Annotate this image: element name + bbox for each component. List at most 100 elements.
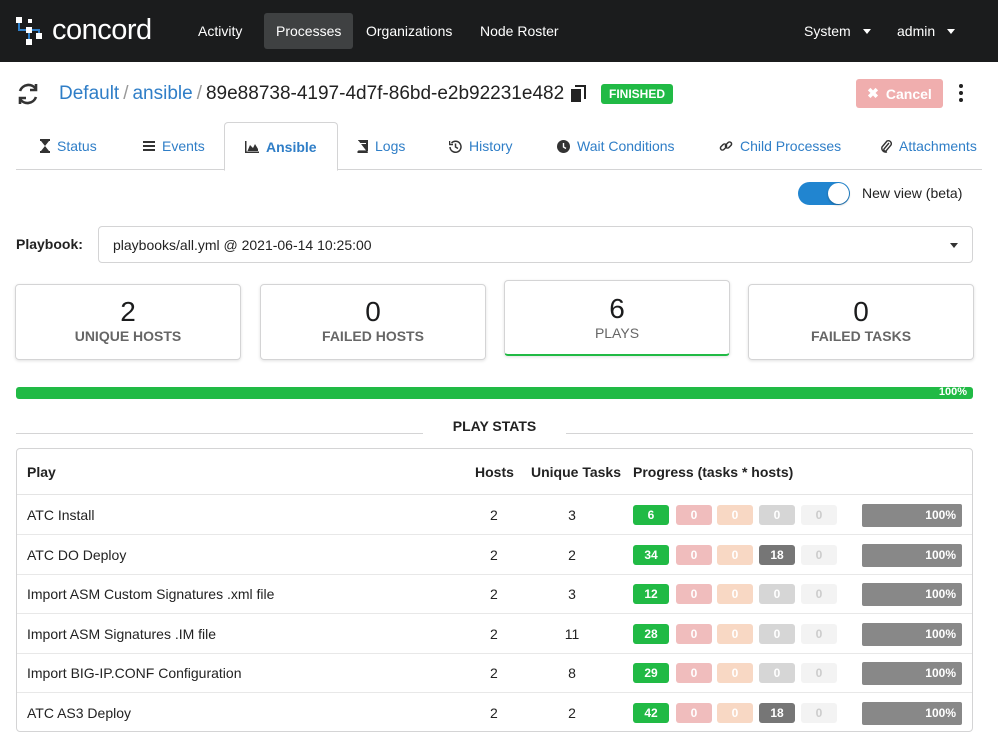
failed-count-badge[interactable]: 0: [676, 663, 712, 684]
user-menu[interactable]: admin: [897, 13, 956, 49]
running-count-badge[interactable]: 0: [801, 623, 837, 644]
skipped-count-badge[interactable]: 0: [759, 663, 795, 684]
failed-count-badge[interactable]: 0: [676, 584, 712, 605]
tab-ansible[interactable]: Ansible: [224, 122, 338, 171]
ok-count-badge[interactable]: 42: [633, 703, 669, 723]
running-count-badge[interactable]: 0: [801, 544, 837, 565]
tab-events-label: Events: [162, 138, 205, 154]
tab-child-processes[interactable]: Child Processes: [719, 122, 841, 170]
stat-label: UNIQUE HOSTS: [74, 328, 182, 344]
skipped-count-badge[interactable]: 18: [759, 703, 795, 723]
stat-card-plays[interactable]: 6 PLAYS: [504, 280, 730, 356]
column-header-unique-tasks[interactable]: Unique Tasks: [531, 464, 621, 480]
table-row[interactable]: ATC DO Deploy 2 2 34 0 0 18 0 100%: [17, 535, 972, 575]
tab-status-label: Status: [57, 138, 97, 154]
unreachable-count-badge[interactable]: 0: [717, 623, 753, 644]
process-id: 89e88738-4197-4d7f-86bd-e2b92231e482: [205, 83, 565, 104]
nav-item-activity[interactable]: Activity: [186, 13, 254, 49]
playbook-dropdown[interactable]: playbooks/all.yml @ 2021-06-14 10:25:00: [98, 226, 973, 263]
ok-count-badge[interactable]: 29: [633, 663, 669, 684]
ok-count-badge[interactable]: 34: [633, 544, 669, 565]
unreachable-count-badge[interactable]: 0: [717, 663, 753, 684]
system-menu[interactable]: System: [804, 13, 871, 49]
cancel-button[interactable]: ✖ Cancel: [856, 79, 943, 108]
process-header: Default / ansible / 89e88738-4197-4d7f-8…: [16, 78, 587, 110]
hourglass-icon: [40, 139, 50, 153]
tab-status[interactable]: Status: [40, 122, 97, 170]
failed-count-badge[interactable]: 0: [676, 703, 712, 723]
refresh-icon[interactable]: [16, 82, 40, 106]
tab-ansible-label: Ansible: [266, 138, 317, 155]
tab-history[interactable]: History: [449, 122, 513, 170]
running-count-badge[interactable]: 0: [801, 505, 837, 525]
table-row[interactable]: Import BIG-IP.CONF Configuration 2 8 29 0 0 0 0…: [17, 653, 972, 694]
stat-card-unique-hosts[interactable]: 2 UNIQUE HOSTS: [15, 284, 241, 360]
skipped-count-badge[interactable]: 0: [759, 623, 795, 644]
unreachable-count-badge[interactable]: 0: [717, 544, 753, 565]
skipped-count-badge[interactable]: 18: [759, 544, 795, 565]
playbook-selected-value: playbooks/all.yml @ 2021-06-14 10:25:00: [113, 236, 372, 253]
running-count-badge[interactable]: 0: [801, 584, 837, 605]
unreachable-count-badge[interactable]: 0: [717, 505, 753, 525]
play-stats-table: Play Hosts Unique Tasks Progress (tasks …: [16, 448, 973, 732]
ok-count-badge[interactable]: 12: [633, 584, 669, 605]
copy-icon[interactable]: [570, 85, 587, 103]
play-stats-title: PLAY STATS: [452, 418, 537, 434]
play-name: ATC Install: [27, 507, 95, 523]
ok-count-badge[interactable]: 28: [633, 623, 669, 644]
play-progress-bar: 100%: [862, 702, 962, 725]
process-tabs: Status Events Ansible Logs History Wait …: [16, 122, 982, 171]
failed-count-badge[interactable]: 0: [676, 623, 712, 644]
stat-card-failed-hosts[interactable]: 0 FAILED HOSTS: [260, 284, 486, 360]
more-options-icon[interactable]: [952, 82, 970, 104]
play-name: Import ASM Custom Signatures .xml file: [27, 586, 275, 603]
hosts-count: 2: [490, 507, 498, 523]
stat-card-failed-tasks[interactable]: 0 FAILED TASKS: [748, 284, 974, 360]
stat-value: 0: [365, 296, 381, 327]
failed-count-badge[interactable]: 0: [676, 544, 712, 565]
table-row[interactable]: ATC AS3 Deploy 2 2 42 0 0 18 0 100%: [17, 693, 972, 731]
unique-tasks-count: 11: [564, 625, 580, 642]
hosts-count: 2: [490, 705, 498, 721]
ok-count-badge[interactable]: 6: [633, 505, 669, 525]
unreachable-count-badge[interactable]: 0: [717, 703, 753, 723]
table-row[interactable]: Import ASM Custom Signatures .xml file 2 3…: [17, 574, 972, 615]
stat-label: FAILED TASKS: [810, 328, 912, 344]
unique-tasks-count: 3: [568, 586, 576, 603]
running-count-badge[interactable]: 0: [801, 703, 837, 723]
tab-events[interactable]: Events: [143, 122, 205, 170]
play-name: ATC DO Deploy: [27, 546, 127, 563]
breadcrumb-separator: /: [196, 83, 202, 104]
play-progress-bar: 100%: [862, 543, 962, 567]
breadcrumb-org[interactable]: Default: [59, 83, 119, 105]
nav-item-node-roster[interactable]: Node Roster: [468, 13, 571, 49]
linkify-icon: [719, 141, 733, 151]
running-count-badge[interactable]: 0: [801, 663, 837, 684]
tab-logs-label: Logs: [375, 138, 406, 154]
skipped-count-badge[interactable]: 0: [759, 584, 795, 605]
column-header-play[interactable]: Play: [27, 464, 56, 480]
tab-logs[interactable]: Logs: [357, 122, 405, 170]
nav-item-processes[interactable]: Processes: [264, 13, 354, 49]
nav-item-organizations[interactable]: Organizations: [354, 13, 464, 49]
toggle-knob: [828, 183, 849, 204]
concord-logo[interactable]: concord: [14, 14, 152, 47]
new-view-toggle[interactable]: [798, 182, 850, 205]
column-header-hosts[interactable]: Hosts: [475, 464, 514, 480]
hosts-count: 2: [490, 665, 498, 682]
column-header-progress[interactable]: Progress (tasks * hosts): [633, 464, 793, 480]
tab-attachments[interactable]: Attachments: [880, 122, 977, 170]
brand-name: concord: [52, 14, 152, 46]
book-icon: [357, 139, 368, 153]
hosts-count: 2: [490, 586, 498, 603]
breadcrumb-project[interactable]: ansible: [132, 83, 192, 105]
table-row[interactable]: ATC Install 2 3 6 0 0 0 0 100%: [17, 495, 972, 535]
table-row[interactable]: Import ASM Signatures .IM file 2 11 28 0 0 0 0 1…: [17, 614, 972, 654]
skipped-count-badge[interactable]: 0: [759, 505, 795, 525]
play-progress-bar: 100%: [862, 583, 962, 607]
unreachable-count-badge[interactable]: 0: [717, 584, 753, 605]
failed-count-badge[interactable]: 0: [676, 505, 712, 525]
stat-label: FAILED HOSTS: [322, 328, 424, 344]
tab-wait-conditions[interactable]: Wait Conditions: [557, 122, 675, 170]
clock-icon: [557, 139, 570, 153]
